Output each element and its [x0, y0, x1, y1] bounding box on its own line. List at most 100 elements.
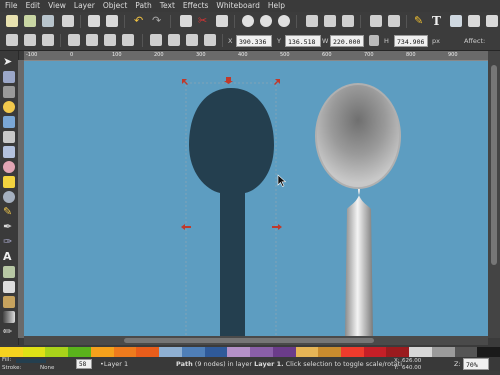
dropper-tool-icon[interactable]: ✏	[3, 326, 15, 338]
star-tool-icon[interactable]	[3, 176, 15, 188]
palette-swatch[interactable]	[431, 347, 455, 357]
lower-to-bottom-icon[interactable]	[204, 34, 216, 46]
palette-swatch[interactable]	[22, 347, 46, 357]
menu-text[interactable]: Text	[156, 0, 179, 12]
zoom-selection-icon[interactable]	[242, 15, 254, 27]
palette-swatch[interactable]	[272, 347, 296, 357]
menu-effects[interactable]: Effects	[179, 0, 213, 12]
selector-tool-icon[interactable]: ➤	[3, 56, 15, 68]
menu-help[interactable]: Help	[264, 0, 289, 12]
zoom-page-icon[interactable]	[278, 15, 290, 27]
duplicate-icon[interactable]	[306, 15, 318, 27]
tweak-tool-icon[interactable]	[3, 86, 15, 98]
palette-swatch[interactable]	[341, 347, 364, 357]
menu-path[interactable]: Path	[131, 0, 155, 12]
rotate-ccw-icon[interactable]	[68, 34, 80, 46]
zoom-drawing-icon[interactable]	[260, 15, 272, 27]
pen-tool-icon[interactable]: ✒	[3, 221, 15, 233]
paste-icon[interactable]	[216, 15, 228, 27]
palette-swatch[interactable]	[90, 347, 114, 357]
palette-swatch[interactable]	[68, 347, 91, 357]
flip-horizontal-icon[interactable]	[104, 34, 116, 46]
calligraphy-tool-icon[interactable]: ✑	[3, 236, 15, 248]
vertical-scroll-thumb[interactable]	[491, 65, 497, 265]
node-tool-icon[interactable]	[3, 71, 15, 83]
drawing-canvas[interactable]	[24, 61, 488, 336]
palette-swatch[interactable]	[250, 347, 273, 357]
menu-file[interactable]: File	[0, 0, 22, 12]
deselect-icon[interactable]	[42, 34, 54, 46]
palette-swatch[interactable]	[295, 347, 319, 357]
eraser-tool-icon[interactable]	[3, 281, 15, 293]
palette-swatch[interactable]	[227, 347, 251, 357]
ruler-mark: 200	[154, 52, 164, 58]
rotate-cw-icon[interactable]	[86, 34, 98, 46]
spray-tool-icon[interactable]	[3, 266, 15, 278]
w-field[interactable]: 220.000	[330, 35, 364, 47]
save-icon[interactable]	[42, 15, 54, 27]
bucket-tool-icon[interactable]	[3, 296, 15, 308]
opacity-field[interactable]: 58	[76, 359, 92, 369]
clone-icon[interactable]	[324, 15, 336, 27]
menu-layer[interactable]: Layer	[70, 0, 99, 12]
ellipse-tool-icon[interactable]	[3, 161, 15, 173]
unlink-clone-icon[interactable]	[342, 15, 354, 27]
y-field[interactable]: 136.518	[285, 35, 321, 47]
export-icon[interactable]	[106, 15, 118, 27]
align-distribute-icon[interactable]	[468, 15, 480, 27]
palette-swatch[interactable]	[204, 347, 228, 357]
metal-spoon[interactable]	[315, 83, 401, 336]
lower-icon[interactable]	[186, 34, 198, 46]
undo-icon[interactable]: ↶	[134, 15, 146, 27]
gradient-tool-icon[interactable]	[3, 311, 15, 323]
h-field[interactable]: 734.906	[394, 35, 428, 47]
zoom-tool-icon[interactable]	[3, 101, 15, 113]
lock-icon[interactable]	[369, 35, 379, 46]
new-document-icon[interactable]	[6, 15, 18, 27]
ungroup-icon[interactable]	[388, 15, 400, 27]
palette-swatch[interactable]	[113, 347, 137, 357]
palette-swatch[interactable]	[318, 347, 342, 357]
palette-swatch[interactable]	[136, 347, 160, 357]
measure-tool-icon[interactable]	[3, 116, 15, 128]
print-icon[interactable]	[62, 15, 74, 27]
menu-view[interactable]: View	[44, 0, 70, 12]
dark-spoon[interactable]	[189, 88, 274, 336]
menu-whiteboard[interactable]: Whiteboard	[212, 0, 263, 12]
palette-swatch[interactable]	[477, 347, 500, 357]
group-icon[interactable]	[370, 15, 382, 27]
open-icon[interactable]	[24, 15, 36, 27]
zoom-field[interactable]: 70%	[463, 358, 489, 370]
x-field[interactable]: 390.336	[236, 35, 272, 47]
xml-editor-icon[interactable]	[450, 15, 462, 27]
rect-tool-icon[interactable]	[3, 131, 15, 143]
3d-box-tool-icon[interactable]	[3, 146, 15, 158]
horizontal-scroll-thumb[interactable]	[124, 338, 374, 343]
palette-swatch[interactable]	[45, 347, 69, 357]
unit-select[interactable]: px	[432, 35, 440, 47]
redo-icon[interactable]: ↷	[152, 15, 164, 27]
palette-swatch[interactable]	[181, 347, 205, 357]
menu-edit[interactable]: Edit	[22, 0, 45, 12]
fill-stroke-icon[interactable]: ✎	[414, 15, 426, 27]
raise-icon[interactable]	[168, 34, 180, 46]
text-font-icon[interactable]: T	[432, 15, 444, 27]
select-all-icon[interactable]	[6, 34, 18, 46]
import-icon[interactable]	[88, 15, 100, 27]
copy-icon[interactable]	[180, 15, 192, 27]
palette-swatch[interactable]	[159, 347, 182, 357]
vertical-scrollbar[interactable]	[488, 51, 500, 338]
palette-swatch[interactable]	[454, 347, 478, 357]
menu-object[interactable]: Object	[99, 0, 131, 12]
pencil-tool-icon[interactable]: ✎	[3, 206, 15, 218]
spiral-tool-icon[interactable]	[3, 191, 15, 203]
horizontal-scrollbar[interactable]	[24, 336, 488, 345]
select-all-layers-icon[interactable]	[24, 34, 36, 46]
cut-icon[interactable]: ✂	[198, 15, 210, 27]
preferences-icon[interactable]	[486, 15, 498, 27]
palette-swatch[interactable]	[363, 347, 387, 357]
text-tool-icon[interactable]: A	[3, 251, 15, 263]
flip-vertical-icon[interactable]	[122, 34, 134, 46]
raise-to-top-icon[interactable]	[150, 34, 162, 46]
layer-select[interactable]: •Layer 1	[100, 357, 128, 371]
